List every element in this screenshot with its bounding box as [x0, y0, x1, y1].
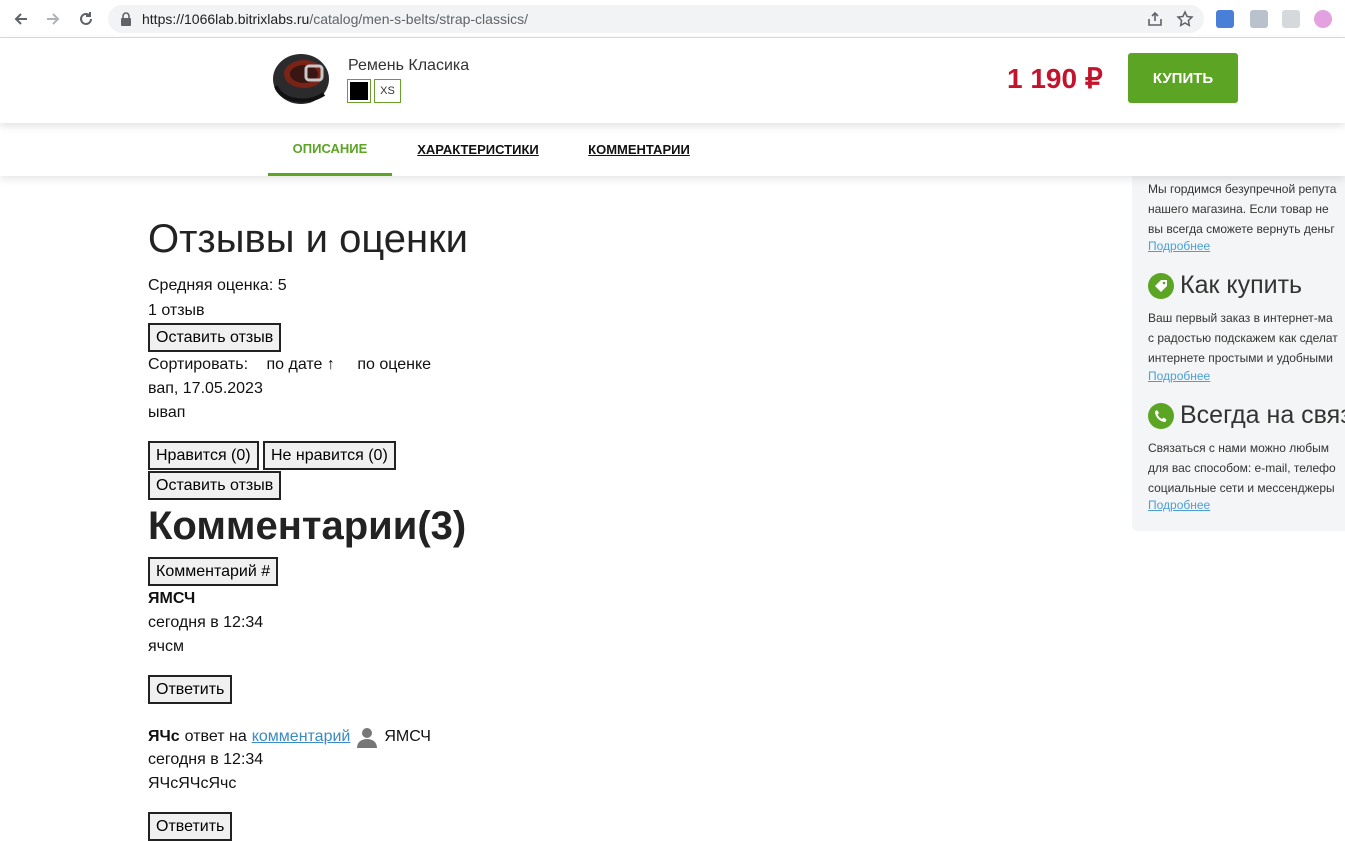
reply-to-user: ЯМСЧ	[384, 728, 431, 745]
leave-review-button[interactable]: Оставить отзыв	[148, 323, 282, 352]
product-thumbnail	[268, 46, 334, 112]
sort-by-date[interactable]: по дате ↑	[267, 356, 335, 373]
reviews-count: 1 отзыв	[148, 302, 205, 319]
sidebar-text: интернете простыми и удобными	[1148, 351, 1333, 365]
sidebar-more-link[interactable]: Подробнее	[1148, 239, 1210, 253]
sidebar-text: вы всегда сможете вернуть деньг	[1148, 222, 1335, 236]
like-button[interactable]: Нравится (0)	[148, 441, 259, 470]
sidebar-heading-contact: Всегда на связ	[1148, 401, 1345, 430]
color-swatch-black[interactable]	[347, 79, 371, 103]
sidebar-more-link[interactable]: Подробнее	[1148, 369, 1210, 383]
url-text: https://1066lab.bitrixlabs.ru/catalog/me…	[142, 11, 528, 27]
size-option-xs[interactable]: XS	[374, 79, 401, 103]
tab-description[interactable]: ОПИСАНИЕ	[268, 123, 392, 176]
comment-time: сегодня в 12:34	[148, 614, 264, 631]
sidebar-text: Связаться с нами можно любым	[1148, 441, 1330, 455]
sidebar-more-link[interactable]: Подробнее	[1148, 498, 1210, 512]
comments-heading: Комментарии(3)	[148, 504, 467, 548]
comment-text: ЯЧсЯЧсЯчс	[148, 775, 237, 792]
reviews-heading: Отзывы и оценки	[148, 217, 468, 261]
browser-toolbar: https://1066lab.bitrixlabs.ru/catalog/me…	[0, 0, 1345, 38]
layers-extension-icon[interactable]	[1282, 10, 1300, 28]
tab-comments[interactable]: КОММЕНТАРИИ	[580, 123, 698, 176]
comment-text: ячсм	[148, 638, 184, 655]
sidebar-text: Ваш первый заказ в интернет-ма	[1148, 311, 1333, 325]
product-tabs: ОПИСАНИЕ ХАРАКТЕРИСТИКИ КОММЕНТАРИИ	[0, 123, 1345, 176]
reply-to-comment-link[interactable]: комментарий	[252, 728, 351, 746]
sidebar-text: нашего магазина. Если товар не	[1148, 202, 1329, 216]
comment-author: ЯМСЧ	[148, 590, 196, 607]
comment-time: сегодня в 12:34	[148, 751, 264, 768]
reply-to-label: ответ на	[184, 728, 247, 745]
power-extension-icon[interactable]	[1314, 10, 1332, 28]
sidebar-text: с радостью подскажем как сделат	[1148, 331, 1338, 345]
sidebar-heading-how-to-buy: Как купить	[1148, 271, 1302, 300]
forward-icon[interactable]	[41, 8, 65, 30]
user-icon	[355, 725, 379, 749]
average-rating: Средняя оценка: 5	[148, 277, 287, 294]
sort-label: Сортировать:	[148, 356, 249, 373]
back-icon[interactable]	[9, 8, 33, 30]
tag-icon	[1148, 272, 1174, 299]
sticky-product-bar: Ремень Класика XS 1 190 ₽ КУПИТЬ	[0, 38, 1345, 123]
lock-icon	[120, 12, 132, 31]
translate-extension-icon[interactable]	[1216, 10, 1234, 28]
product-price: 1 190 ₽	[1007, 63, 1103, 94]
share-icon[interactable]	[1146, 10, 1164, 28]
tab-characteristics[interactable]: ХАРАКТЕРИСТИКИ	[406, 123, 550, 176]
comment-button[interactable]: Комментарий #	[148, 557, 279, 586]
review-text: ывап	[148, 404, 186, 421]
sort-by-rating[interactable]: по оценке	[357, 356, 431, 373]
mail-extension-icon[interactable]	[1250, 10, 1268, 28]
product-name: Ремень Класика	[348, 57, 470, 74]
reload-icon[interactable]	[74, 8, 98, 30]
sidebar-text: социальные сети и мессенджеры	[1148, 481, 1335, 495]
comment-reply-header: ЯЧс ответ на комментарий ЯМСЧ	[148, 725, 431, 749]
comment-author: ЯЧс	[148, 728, 180, 745]
buy-button[interactable]: КУПИТЬ	[1128, 53, 1238, 103]
sidebar-text: для вас способом: e-mail, телефо	[1148, 461, 1336, 475]
address-bar[interactable]: https://1066lab.bitrixlabs.ru/catalog/me…	[108, 5, 1204, 33]
phone-icon	[1148, 402, 1174, 429]
reply-button[interactable]: Ответить	[148, 812, 233, 841]
info-sidebar: Мы гордимся безупречной репута нашего ма…	[1132, 176, 1345, 531]
sort-controls: Сортировать: по дате ↑ по оценке	[148, 356, 431, 374]
sidebar-text: Мы гордимся безупречной репута	[1148, 182, 1337, 196]
review-author-date: вап, 17.05.2023	[148, 380, 263, 397]
dislike-button[interactable]: Не нравится (0)	[263, 441, 396, 470]
reply-button[interactable]: Ответить	[148, 675, 233, 704]
leave-review-button-2[interactable]: Оставить отзыв	[148, 471, 282, 500]
bookmark-star-icon[interactable]	[1176, 10, 1194, 28]
